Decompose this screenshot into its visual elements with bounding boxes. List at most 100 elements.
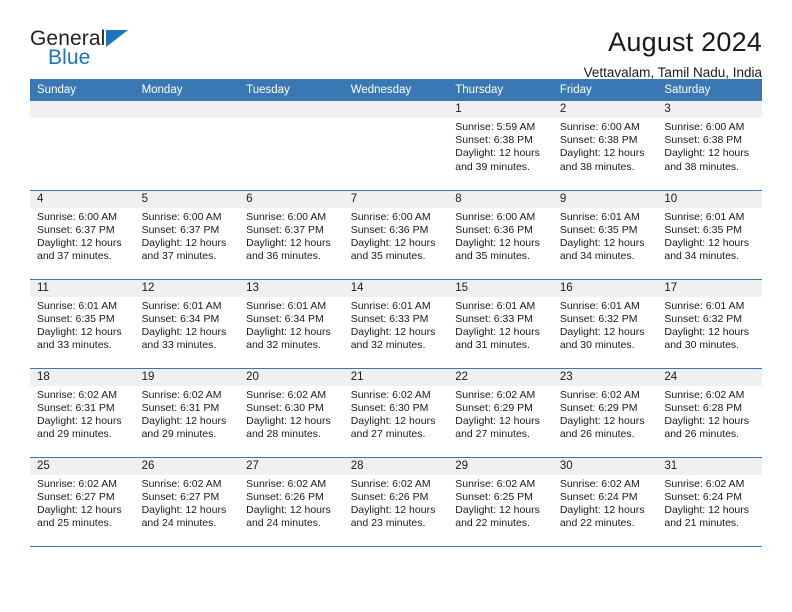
calendar-day-cell[interactable]: 26 Sunrise: 6:02 AM Sunset: 6:27 PM Dayligh… [134,456,240,547]
calendar-day-cell[interactable]: 3 Sunrise: 6:00 AM Sunset: 6:38 PM Daylight… [657,101,762,190]
day-number: 7 [343,190,449,208]
daylight-text: Daylight: 12 hours [559,236,645,249]
calendar-day-cell[interactable]: 20 Sunrise: 6:02 AM Sunset: 6:30 PM Dayligh… [239,367,344,457]
sunset-text: Sunset: 6:30 PM [350,401,429,414]
daylight-text-cont: and 35 minutes. [350,250,426,263]
day-cell-inner: 7 Sunrise: 6:00 AM Sunset: 6:36 PM Daylight… [343,190,449,279]
daylight-text-cont: and 28 minutes. [246,428,321,441]
sunset-text: Sunset: 6:24 PM [664,490,743,503]
daylight-text-cont: and 32 minutes. [246,339,321,352]
calendar-day-cell[interactable]: 28 Sunrise: 6:02 AM Sunset: 6:26 PM Dayligh… [343,456,449,547]
day-cell-inner: 29 Sunrise: 6:02 AM Sunset: 6:25 PM Dayligh… [448,457,553,546]
calendar-header-row: Sunday Monday Tuesday Wednesday Thursday Frid… [30,79,762,101]
calendar-day-cell[interactable]: 27 Sunrise: 6:02 AM Sunset: 6:26 PM Dayligh… [239,456,344,547]
sunrise-text: Sunrise: 6:02 AM [141,388,222,401]
calendar-table: Sunday Monday Tuesday Wednesday Thursday Frid… [30,79,762,547]
day-cell-inner: 13 Sunrise: 6:01 AM Sunset: 6:34 PM Dayligh… [239,279,344,368]
daylight-text-cont: and 27 minutes. [455,428,530,441]
calendar-day-cell[interactable]: 18 Sunrise: 6:02 AM Sunset: 6:31 PM Dayligh… [30,367,135,457]
sunrise-text: Sunrise: 6:02 AM [455,477,536,490]
daylight-text: Daylight: 12 hours [455,147,540,160]
day-number: 13 [239,279,344,297]
calendar-day-cell[interactable]: 8 Sunrise: 6:00 AM Sunset: 6:36 PM Daylight… [448,189,553,279]
calendar-day-cell[interactable]: 30 Sunrise: 6:02 AM Sunset: 6:24 PM Dayligh… [552,456,658,547]
daylight-text-cont: and 39 minutes. [455,160,530,173]
calendar-day-cell[interactable]: 5 Sunrise: 6:00 AM Sunset: 6:37 PM Daylight… [134,189,240,279]
day-number: 29 [448,457,553,475]
day-details: Sunrise: 6:02 AM Sunset: 6:26 PM Daylight:… [239,475,344,531]
daylight-text-cont: and 27 minutes. [350,428,426,441]
sunset-text: Sunset: 6:38 PM [455,134,533,147]
day-details: Sunrise: 6:01 AM Sunset: 6:35 PM Daylight:… [30,297,135,353]
sunrise-text: Sunrise: 6:02 AM [664,388,745,401]
calendar-day-cell[interactable]: 4 Sunrise: 6:00 AM Sunset: 6:37 PM Daylight… [30,189,135,279]
daylight-text-cont: and 33 minutes. [37,339,112,352]
calendar-day-cell[interactable]: 24 Sunrise: 6:02 AM Sunset: 6:28 PM Dayligh… [657,367,762,457]
calendar-day-cell[interactable]: 17 Sunrise: 6:01 AM Sunset: 6:32 PM Dayligh… [657,278,762,368]
calendar-day-cell[interactable]: 12 Sunrise: 6:01 AM Sunset: 6:34 PM Dayligh… [134,278,240,368]
calendar-day-cell[interactable]: 31 Sunrise: 6:02 AM Sunset: 6:24 PM Dayligh… [657,456,762,547]
daylight-text: Daylight: 12 hours [37,236,122,249]
sunrise-text: Sunrise: 6:02 AM [246,388,327,401]
day-details [239,118,344,121]
sunrise-text: Sunrise: 5:59 AM [455,121,536,133]
sunset-text: Sunset: 6:36 PM [350,223,429,236]
daylight-text-cont: and 22 minutes. [559,517,635,530]
calendar-day-cell[interactable]: 29 Sunrise: 6:02 AM Sunset: 6:25 PM Dayligh… [448,456,553,547]
day-details: Sunrise: 6:02 AM Sunset: 6:30 PM Daylight:… [239,386,344,442]
calendar-body: 1 Sunrise: 5:59 AM Sunset: 6:38 PM Daylight… [30,101,762,547]
calendar-day-cell[interactable]: 25 Sunrise: 6:02 AM Sunset: 6:27 PM Dayligh… [30,456,135,547]
calendar-day-cell[interactable]: 2 Sunrise: 6:00 AM Sunset: 6:38 PM Daylight… [552,101,658,190]
day-details: Sunrise: 6:02 AM Sunset: 6:30 PM Daylight:… [344,386,449,442]
calendar-cell-empty [134,101,240,190]
calendar-day-cell[interactable]: 15 Sunrise: 6:01 AM Sunset: 6:33 PM Dayligh… [448,278,553,368]
calendar-day-cell[interactable]: 6 Sunrise: 6:00 AM Sunset: 6:37 PM Daylight… [239,189,344,279]
calendar-day-cell[interactable]: 19 Sunrise: 6:02 AM Sunset: 6:31 PM Dayligh… [134,367,240,457]
sunrise-text: Sunrise: 6:00 AM [664,121,745,133]
daylight-text: Daylight: 12 hours [455,236,540,249]
calendar-day-cell[interactable]: 21 Sunrise: 6:02 AM Sunset: 6:30 PM Dayligh… [343,367,449,457]
calendar-day-cell[interactable]: 11 Sunrise: 6:01 AM Sunset: 6:35 PM Dayligh… [30,278,135,368]
weekday-header-wednesday: Wednesday [343,79,449,101]
day-number: 9 [552,190,658,208]
sunrise-text: Sunrise: 6:00 AM [455,210,536,223]
sunrise-text: Sunrise: 6:01 AM [559,299,640,312]
day-details: Sunrise: 6:00 AM Sunset: 6:38 PM Daylight:… [553,118,658,174]
calendar-week-row: 11 Sunrise: 6:01 AM Sunset: 6:35 PM Dayligh… [30,278,762,368]
day-cell-inner: 25 Sunrise: 6:02 AM Sunset: 6:27 PM Dayligh… [30,457,135,546]
day-cell-inner: 23 Sunrise: 6:02 AM Sunset: 6:29 PM Dayligh… [552,368,658,457]
calendar-day-cell[interactable]: 7 Sunrise: 6:00 AM Sunset: 6:36 PM Daylight… [343,189,449,279]
day-number: 27 [239,457,344,475]
day-details: Sunrise: 6:01 AM Sunset: 6:34 PM Daylight:… [239,297,344,353]
calendar-week-row: 25 Sunrise: 6:02 AM Sunset: 6:27 PM Dayligh… [30,456,762,547]
day-number: 10 [657,190,762,208]
day-details [344,118,449,121]
sunset-text: Sunset: 6:27 PM [37,490,115,503]
daylight-text-cont: and 29 minutes. [37,428,112,441]
sunrise-text: Sunrise: 6:01 AM [664,299,745,312]
sunset-text: Sunset: 6:38 PM [559,134,638,147]
calendar-day-cell[interactable]: 9 Sunrise: 6:01 AM Sunset: 6:35 PM Daylight… [552,189,658,279]
calendar-day-cell[interactable]: 10 Sunrise: 6:01 AM Sunset: 6:35 PM Dayligh… [657,189,762,279]
calendar-day-cell[interactable]: 1 Sunrise: 5:59 AM Sunset: 6:38 PM Daylight… [448,101,553,190]
daylight-text: Daylight: 12 hours [37,414,122,427]
calendar-day-cell[interactable]: 14 Sunrise: 6:01 AM Sunset: 6:33 PM Dayligh… [343,278,449,368]
day-cell-inner: 30 Sunrise: 6:02 AM Sunset: 6:24 PM Dayligh… [552,457,658,546]
day-details: Sunrise: 6:01 AM Sunset: 6:35 PM Daylight:… [657,208,762,264]
daylight-text: Daylight: 12 hours [246,414,331,427]
sunset-text: Sunset: 6:32 PM [559,312,638,325]
day-cell-inner: 24 Sunrise: 6:02 AM Sunset: 6:28 PM Dayligh… [657,368,762,457]
day-details: Sunrise: 6:02 AM Sunset: 6:29 PM Daylight:… [448,386,553,442]
day-cell-inner: 16 Sunrise: 6:01 AM Sunset: 6:32 PM Dayligh… [552,279,658,368]
brand-logo[interactable]: General Blue [30,26,150,68]
calendar-day-cell[interactable]: 22 Sunrise: 6:02 AM Sunset: 6:29 PM Dayligh… [448,367,553,457]
sunrise-text: Sunrise: 6:02 AM [455,388,536,401]
day-number: 6 [239,190,344,208]
calendar-day-cell[interactable]: 16 Sunrise: 6:01 AM Sunset: 6:32 PM Dayligh… [552,278,658,368]
calendar-day-cell[interactable]: 23 Sunrise: 6:02 AM Sunset: 6:29 PM Dayligh… [552,367,658,457]
calendar-day-cell[interactable]: 13 Sunrise: 6:01 AM Sunset: 6:34 PM Dayligh… [239,278,344,368]
sunset-text: Sunset: 6:37 PM [141,223,220,236]
daylight-text-cont: and 31 minutes. [455,339,530,352]
sunset-text: Sunset: 6:35 PM [37,312,115,325]
day-cell-inner: 1 Sunrise: 5:59 AM Sunset: 6:38 PM Daylight… [448,101,553,190]
